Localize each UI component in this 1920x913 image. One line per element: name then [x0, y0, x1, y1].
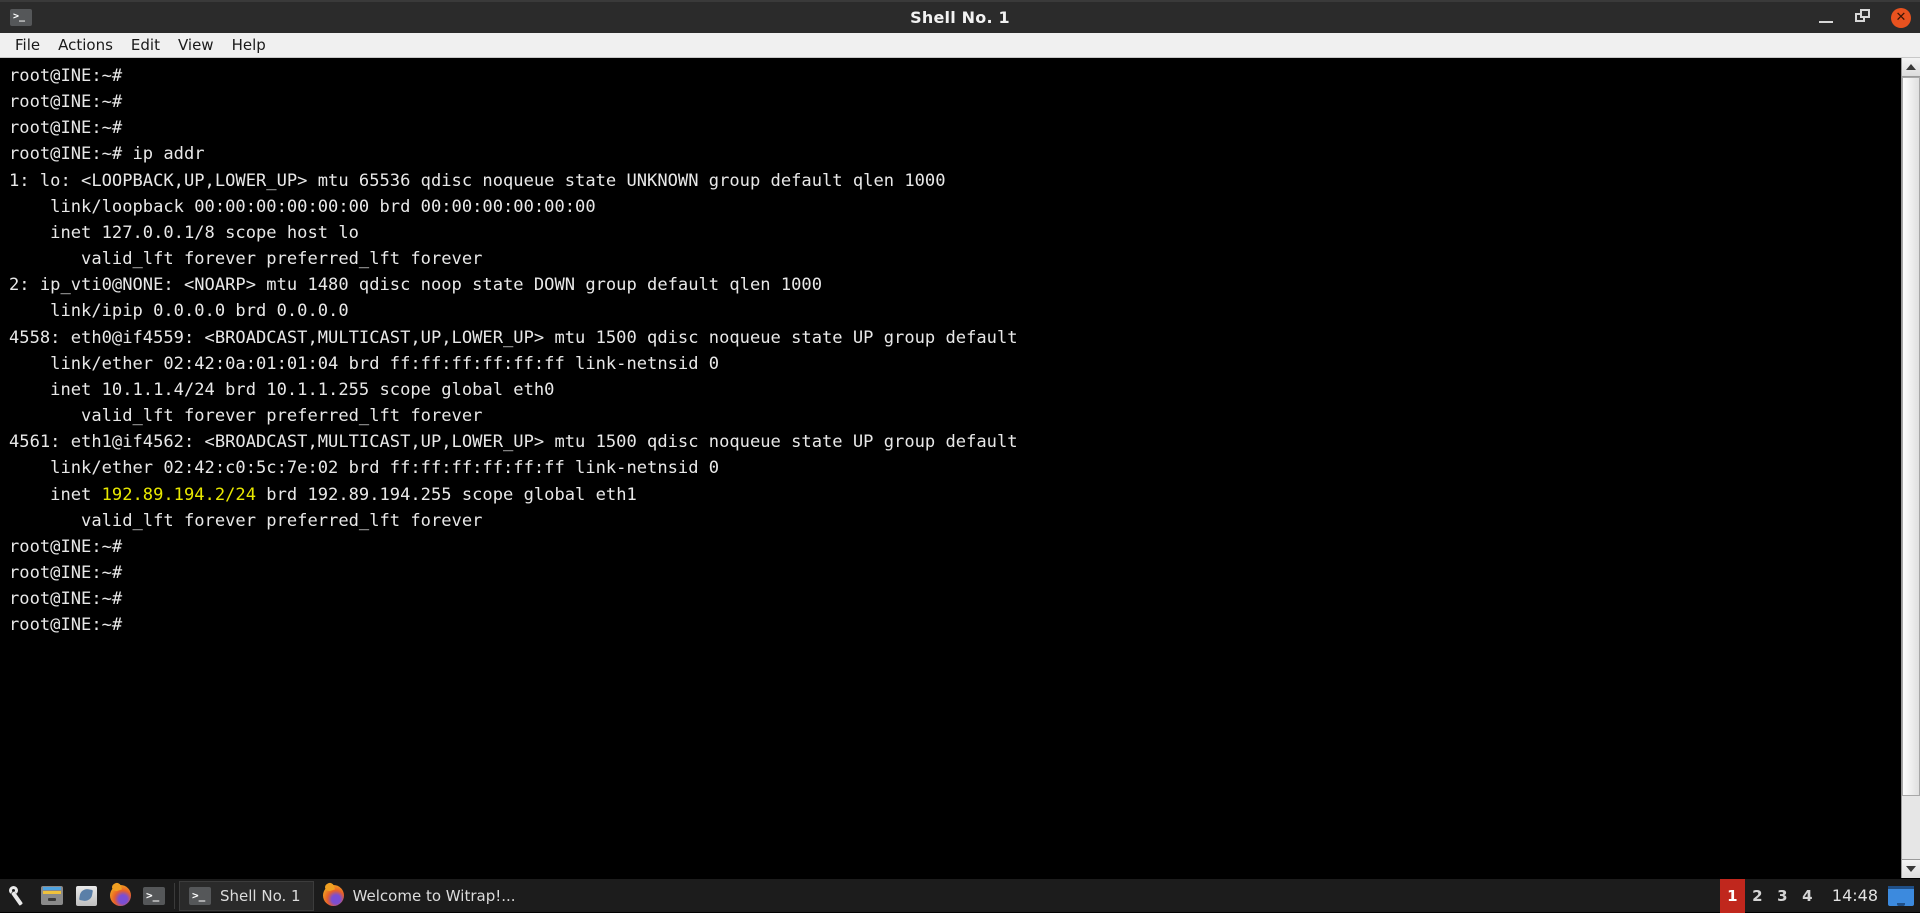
workspace-3[interactable]: 3	[1770, 879, 1795, 913]
terminal-line: 1: lo: <LOOPBACK,UP,LOWER_UP> mtu 65536 …	[9, 168, 1901, 194]
wrench-icon	[7, 885, 29, 907]
terminal-line: root@INE:~#	[9, 560, 1901, 586]
taskbar-task-browser[interactable]: Welcome to Witrap!...	[314, 881, 528, 911]
launcher-file-manager[interactable]	[36, 881, 68, 911]
terminal-line: 2: ip_vti0@NONE: <NOARP> mtu 1480 qdisc …	[9, 272, 1901, 298]
scroll-up-button[interactable]	[1902, 58, 1920, 77]
terminal-window: Shell No. 1 ✕ File Actions Edit View Hel…	[0, 0, 1920, 878]
scroll-down-button[interactable]	[1902, 859, 1920, 878]
terminal-line: root@INE:~#	[9, 586, 1901, 612]
terminal-area: root@INE:~#root@INE:~#root@INE:~#root@IN…	[0, 58, 1920, 878]
terminal-line: valid_lft forever preferred_lft forever	[9, 508, 1901, 534]
terminal-icon	[10, 9, 32, 26]
terminal-line: inet 192.89.194.2/24 brd 192.89.194.255 …	[9, 482, 1901, 508]
terminal-line: root@INE:~#	[9, 534, 1901, 560]
workspace-1[interactable]: 1	[1720, 879, 1745, 913]
terminal-line: inet 10.1.1.4/24 brd 10.1.1.255 scope gl…	[9, 377, 1901, 403]
scrollbar-track[interactable]	[1902, 77, 1920, 859]
terminal-line: root@INE:~#	[9, 612, 1901, 638]
taskbar-task-label: Welcome to Witrap!...	[353, 887, 516, 905]
menu-item-file[interactable]: File	[6, 34, 49, 57]
menu-item-help[interactable]: Help	[223, 34, 275, 57]
menu-item-edit[interactable]: Edit	[122, 34, 169, 57]
launcher-text-editor[interactable]	[70, 881, 102, 911]
menu-item-view[interactable]: View	[169, 34, 223, 57]
terminal-icon	[189, 887, 211, 905]
file-manager-icon	[41, 886, 63, 905]
terminal-line: link/ether 02:42:0a:01:01:04 brd ff:ff:f…	[9, 351, 1901, 377]
text-editor-icon	[76, 886, 97, 906]
workspace-2[interactable]: 2	[1745, 879, 1770, 913]
scrollbar-thumb[interactable]	[1902, 77, 1920, 796]
launcher-firefox[interactable]	[104, 881, 136, 911]
highlighted-ip-address: 192.89.194.2/24	[102, 485, 256, 505]
window-titlebar[interactable]: Shell No. 1 ✕	[0, 0, 1920, 33]
launcher-terminal[interactable]	[138, 881, 170, 911]
taskbar: Shell No. 1 Welcome to Witrap!... 1 2 3 …	[0, 878, 1920, 912]
terminal-text: brd 192.89.194.255 scope global eth1	[256, 485, 637, 505]
workspace-switcher: 1 2 3 4	[1720, 879, 1820, 913]
terminal-text: inet	[9, 485, 102, 505]
terminal-line: inet 127.0.0.1/8 scope host lo	[9, 220, 1901, 246]
workspace-4[interactable]: 4	[1795, 879, 1820, 913]
menu-bar: File Actions Edit View Help	[0, 33, 1920, 58]
maximize-button[interactable]	[1854, 8, 1873, 27]
chevron-down-icon	[1906, 866, 1916, 872]
minimize-button[interactable]	[1817, 8, 1836, 27]
window-controls: ✕	[1817, 8, 1911, 28]
terminal-line: 4561: eth1@if4562: <BROADCAST,MULTICAST,…	[9, 429, 1901, 455]
menu-item-actions[interactable]: Actions	[49, 34, 122, 57]
terminal-line: root@INE:~# ip addr	[9, 141, 1901, 167]
taskbar-divider	[174, 883, 175, 909]
firefox-icon	[323, 885, 344, 906]
terminal-line: 4558: eth0@if4559: <BROADCAST,MULTICAST,…	[9, 325, 1901, 351]
terminal-line: valid_lft forever preferred_lft forever	[9, 246, 1901, 272]
launcher-tools[interactable]	[2, 881, 34, 911]
terminal-line: root@INE:~#	[9, 89, 1901, 115]
taskbar-task-shell[interactable]: Shell No. 1	[179, 881, 314, 911]
close-button[interactable]: ✕	[1891, 8, 1911, 28]
terminal-output[interactable]: root@INE:~#root@INE:~#root@INE:~#root@IN…	[0, 58, 1901, 878]
window-title: Shell No. 1	[0, 8, 1920, 27]
terminal-line: valid_lft forever preferred_lft forever	[9, 403, 1901, 429]
chevron-up-icon	[1906, 64, 1916, 70]
display-icon[interactable]	[1888, 886, 1914, 906]
terminal-line: root@INE:~#	[9, 63, 1901, 89]
terminal-icon	[143, 887, 165, 905]
terminal-line: link/ether 02:42:c0:5c:7e:02 brd ff:ff:f…	[9, 455, 1901, 481]
terminal-line: root@INE:~#	[9, 115, 1901, 141]
clock: 14:48	[1820, 886, 1888, 905]
taskbar-task-label: Shell No. 1	[220, 887, 301, 905]
terminal-line: link/loopback 00:00:00:00:00:00 brd 00:0…	[9, 194, 1901, 220]
firefox-icon	[110, 885, 131, 906]
terminal-scrollbar[interactable]	[1901, 58, 1920, 878]
terminal-line: link/ipip 0.0.0.0 brd 0.0.0.0	[9, 298, 1901, 324]
